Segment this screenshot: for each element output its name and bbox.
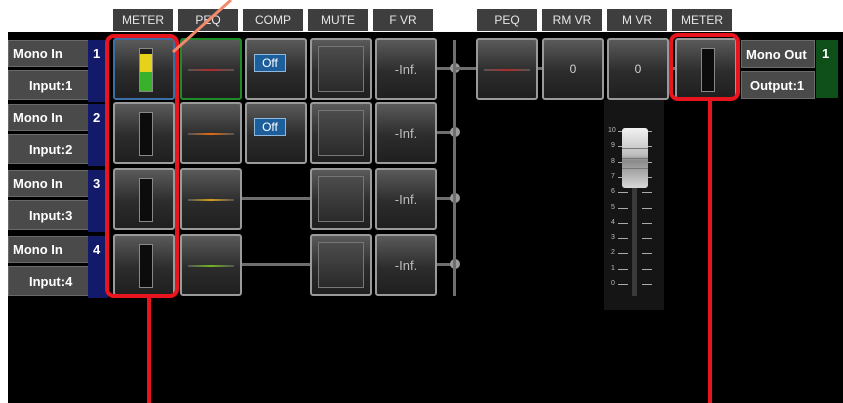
pointer-arrow-icon xyxy=(171,0,233,54)
f-vr-value: -Inf. xyxy=(394,125,418,141)
callout-line xyxy=(708,101,712,403)
fader-scale-label: 8 xyxy=(611,157,615,165)
fader-scale-label: 0 xyxy=(611,280,615,287)
m-vr-value: 0 xyxy=(634,62,642,76)
header-rm-vr: RM VR xyxy=(542,9,602,31)
mute-button-3[interactable] xyxy=(310,168,372,230)
header-out-meter: METER xyxy=(672,9,732,31)
fader-tick xyxy=(642,192,652,194)
fader-tick xyxy=(642,222,652,224)
mute-face xyxy=(318,110,364,156)
fader-scale-label: 2 xyxy=(611,249,615,257)
output-wire xyxy=(456,67,478,70)
comp-off-badge: Off xyxy=(254,54,286,72)
f-vr-button-3[interactable]: -Inf. xyxy=(375,168,437,230)
knob-grip xyxy=(622,168,648,169)
fader-tick xyxy=(618,253,628,255)
comp-button-2[interactable]: Off xyxy=(245,102,307,164)
peq-button-4[interactable] xyxy=(180,234,242,296)
fader-scale-label: 5 xyxy=(611,203,615,211)
fader-scale-label: 7 xyxy=(611,172,615,180)
f-vr-value: -Inf. xyxy=(394,257,418,273)
output-number: 1 xyxy=(816,40,838,98)
fader-scale-label: 6 xyxy=(611,188,615,196)
comp-bypass-wire xyxy=(242,197,310,200)
f-vr-value: -Inf. xyxy=(394,191,418,207)
channel-label-3[interactable]: Mono In Input:3 xyxy=(8,170,95,232)
fader-scale-label: 10 xyxy=(608,127,616,134)
output-label: Output:1 xyxy=(741,71,815,99)
f-vr-button-4[interactable]: -Inf. xyxy=(375,234,437,296)
channel-input: Input:2 xyxy=(8,134,94,164)
mute-face xyxy=(318,242,364,288)
fader-tick xyxy=(642,238,652,240)
fader-tick xyxy=(642,268,652,270)
mute-button-2[interactable] xyxy=(310,102,372,164)
fader-tick xyxy=(618,268,628,270)
channel-input: Input:1 xyxy=(8,70,94,100)
comp-off-badge: Off xyxy=(254,118,286,136)
mix-bus xyxy=(453,40,456,296)
channel-input: Input:4 xyxy=(8,266,94,296)
peq-button-2[interactable] xyxy=(180,102,242,164)
header-comp: COMP xyxy=(243,9,303,31)
header-out-peq: PEQ xyxy=(477,9,537,31)
fader-scale-label: 4 xyxy=(611,218,615,226)
fader-tick xyxy=(618,284,628,285)
channel-label-1[interactable]: Mono In Input:1 xyxy=(8,40,95,102)
fader-tick xyxy=(618,192,628,194)
channel-name: Mono In xyxy=(8,40,94,67)
knob-grip xyxy=(622,158,648,159)
header-meter: METER xyxy=(113,9,173,31)
channel-input: Input:3 xyxy=(8,200,94,230)
f-vr-button-2[interactable]: -Inf. xyxy=(375,102,437,164)
output-name: Mono Out xyxy=(741,40,815,68)
fader-tick xyxy=(642,207,652,209)
mute-button-1[interactable] xyxy=(310,38,372,100)
peq-button-3[interactable] xyxy=(180,168,242,230)
f-vr-button-1[interactable]: -Inf. xyxy=(375,38,437,100)
fader-scale-label: 1 xyxy=(611,264,615,272)
peq-curve xyxy=(484,69,530,71)
fader-tick xyxy=(618,222,628,224)
channel-label-2[interactable]: Mono In Input:2 xyxy=(8,104,95,166)
rm-vr-button[interactable]: 0 xyxy=(542,38,604,100)
header-mute: MUTE xyxy=(308,9,368,31)
peq-curve xyxy=(188,265,234,267)
mute-button-4[interactable] xyxy=(310,234,372,296)
peq-curve xyxy=(188,199,234,201)
rm-vr-value: 0 xyxy=(569,62,577,76)
comp-bypass-wire xyxy=(242,263,310,266)
comp-button-1[interactable]: Off xyxy=(245,38,307,100)
peq-curve xyxy=(188,69,234,71)
output-meter-highlight xyxy=(669,33,740,101)
callout-line xyxy=(147,297,151,403)
fader-tick xyxy=(642,253,652,255)
channel-name: Mono In xyxy=(8,170,94,197)
header-m-vr: M VR xyxy=(607,9,667,31)
peq-curve xyxy=(188,133,234,135)
fader-scale-label: 9 xyxy=(611,142,615,150)
channel-label-4[interactable]: Mono In Input:4 xyxy=(8,236,95,298)
knob-grip xyxy=(622,148,648,149)
m-vr-button[interactable]: 0 xyxy=(607,38,669,100)
mute-face xyxy=(318,176,364,222)
f-vr-value: -Inf. xyxy=(394,61,418,77)
output-peq-button[interactable] xyxy=(476,38,538,100)
fader-scale-label: 3 xyxy=(611,234,615,242)
header-f-vr: F VR xyxy=(373,9,433,31)
fader-tick xyxy=(618,238,628,240)
fader-tick xyxy=(642,284,652,285)
mixer-screen: METER PEQ COMP MUTE F VR PEQ RM VR M VR … xyxy=(0,0,843,403)
fader-tick xyxy=(618,207,628,209)
channel-name: Mono In xyxy=(8,236,94,263)
meter-column-highlight xyxy=(105,34,179,298)
mute-face xyxy=(318,46,364,92)
channel-name: Mono In xyxy=(8,104,94,131)
